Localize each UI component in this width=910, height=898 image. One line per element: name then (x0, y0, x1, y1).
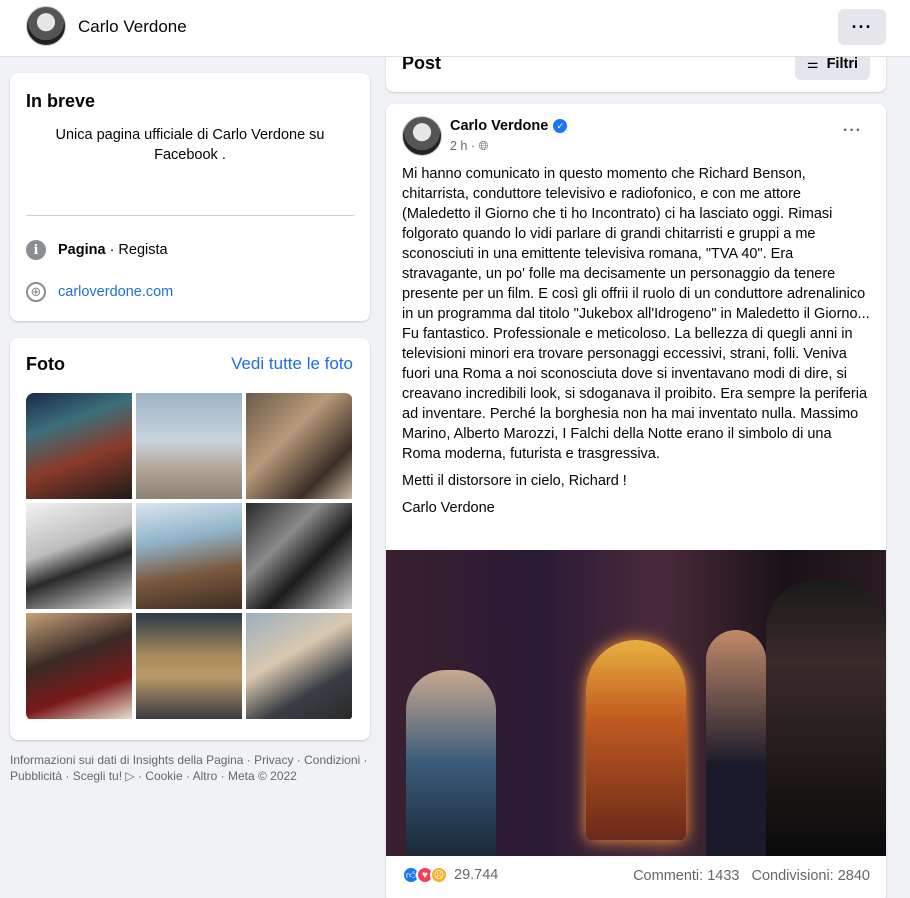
globe-icon: ⊕ (26, 282, 46, 302)
photo-thumbnail[interactable] (26, 503, 132, 609)
divider (26, 215, 354, 216)
intro-description: Unica pagina ufficiale di Carlo Verdone … (55, 127, 325, 163)
photo-thumbnail[interactable] (136, 393, 242, 499)
post-card: Carlo Verdone ✓ 2 h · 🌐︎ ··· Mi hanno co… (386, 104, 886, 898)
page-avatar[interactable] (26, 6, 66, 46)
jukebox-image (586, 640, 686, 840)
photo-thumbnail[interactable] (136, 613, 242, 719)
photos-card: Foto Vedi tutte le foto (10, 338, 370, 740)
page-top-bar: Carlo Verdone ··· (0, 0, 910, 57)
post-text: Mi hanno comunicato in questo momento ch… (402, 164, 872, 525)
photos-title: Foto (26, 354, 65, 374)
post-author-name[interactable]: Carlo Verdone (450, 118, 548, 134)
reactions-count: 29.744 (454, 867, 499, 883)
more-options-button[interactable]: ··· (838, 9, 886, 45)
post-time[interactable]: 2 h · (450, 139, 475, 153)
post-image[interactable] (386, 550, 886, 856)
verified-badge-icon: ✓ (553, 119, 568, 133)
photo-grid (26, 393, 353, 721)
reactions-summary[interactable]: 👍︎ ♥ ☹ 29.744 (402, 866, 498, 884)
website-row: ⊕ carloverdone.com (26, 282, 173, 302)
website-link[interactable]: carloverdone.com (58, 284, 173, 300)
image-figure (706, 630, 766, 856)
photo-thumbnail[interactable] (26, 393, 132, 499)
page-name[interactable]: Carlo Verdone (78, 17, 187, 37)
image-figure (406, 670, 496, 856)
post-more-icon[interactable]: ··· (843, 122, 862, 140)
post-paragraph: Metti il distorsore in cielo, Richard ! (402, 473, 627, 489)
comments-count[interactable]: Commenti: 1433 (633, 868, 739, 884)
filter-label: Filtri (826, 56, 858, 72)
intro-card: In breve Unica pagina ufficiale di Carlo… (10, 73, 370, 321)
photo-thumbnail[interactable] (246, 393, 352, 499)
photo-thumbnail[interactable] (136, 503, 242, 609)
post-stats: Commenti: 1433 Condivisioni: 2840 (633, 868, 870, 884)
footer-links[interactable]: Informazioni sui dati di Insights della … (10, 752, 370, 784)
photo-thumbnail[interactable] (26, 613, 132, 719)
post-author-avatar[interactable] (402, 116, 442, 156)
info-icon: i (26, 240, 46, 260)
filter-icon: ⚌ (806, 56, 819, 71)
sad-reaction-icon: ☹ (430, 866, 448, 884)
page-category-row: i Pagina · Regista (26, 240, 168, 260)
intro-title: In breve (26, 91, 96, 111)
photo-thumbnail[interactable] (246, 613, 352, 719)
shares-count[interactable]: Condivisioni: 2840 (752, 868, 871, 884)
post-paragraph: Carlo Verdone (402, 500, 495, 516)
photo-thumbnail[interactable] (246, 503, 352, 609)
post-timestamp: 2 h · 🌐︎ (450, 139, 489, 154)
post-author: Carlo Verdone ✓ (450, 118, 568, 134)
image-figure (766, 580, 886, 856)
see-all-photos-link[interactable]: Vedi tutte le foto (231, 354, 353, 374)
post-paragraph: Mi hanno comunicato in questo momento ch… (402, 166, 870, 462)
public-globe-icon: 🌐︎ (478, 139, 489, 153)
category-value: · Regista (105, 242, 168, 258)
category-label: Pagina (58, 242, 106, 258)
